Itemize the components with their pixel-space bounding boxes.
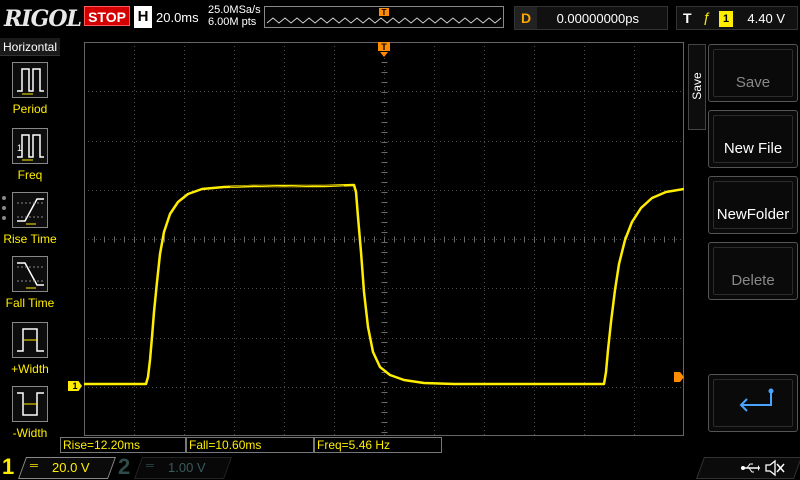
- measure-category-title[interactable]: Horizontal: [0, 38, 60, 56]
- return-arrow-icon: [739, 388, 774, 412]
- measure-menu: Horizontal Period 1 Freq Rise Time Fall …: [0, 36, 60, 456]
- delay-box[interactable]: D 0.00000000ps: [514, 6, 668, 30]
- measure-minus-width-label: -Width: [12, 426, 48, 440]
- plus-width-icon: [12, 322, 48, 358]
- new-file-button-label: New File: [723, 140, 783, 157]
- freq-icon: 1: [12, 128, 48, 164]
- trigger-label: T: [683, 10, 692, 26]
- trigger-box[interactable]: T ƒ 1 4.40 V: [676, 6, 798, 30]
- measure-plus-width[interactable]: +Width: [0, 318, 60, 382]
- sound-muted-icon[interactable]: [764, 459, 786, 477]
- delay-label: D: [515, 7, 537, 29]
- measurement-readouts: Rise=12.20ms Fall=10.60ms Freq=5.46 Hz: [60, 437, 700, 453]
- rise-time-icon: [12, 192, 48, 228]
- measure-freq-label: Freq: [17, 168, 43, 182]
- save-menu-tab-label: Save: [690, 72, 704, 100]
- ch2-vertical-scale: 1.00 V: [168, 460, 206, 475]
- svg-text:T: T: [381, 42, 387, 52]
- measure-plus-width-label: +Width: [11, 362, 49, 376]
- measure-rise-time[interactable]: Rise Time: [0, 188, 60, 252]
- minus-width-icon: [12, 386, 48, 422]
- ch1-number[interactable]: 1: [2, 454, 20, 480]
- usb-icon: [741, 463, 760, 473]
- memory-waveform-icon: T: [266, 8, 502, 24]
- new-folder-button-label: NewFolder: [716, 206, 790, 223]
- delay-value: 0.00000000ps: [556, 11, 639, 26]
- ch1-vertical-scale: 20.0 V: [52, 460, 90, 475]
- rise-time-readout[interactable]: Rise=12.20ms: [60, 437, 186, 453]
- measure-freq[interactable]: 1 Freq: [0, 124, 60, 188]
- sample-rate: 25.0MSa/s: [208, 4, 261, 16]
- return-button[interactable]: [708, 374, 798, 432]
- delete-button[interactable]: Delete: [708, 242, 798, 300]
- svg-text:1: 1: [17, 143, 22, 153]
- memory-position-bar[interactable]: T: [264, 6, 504, 28]
- trigger-level: 4.40 V: [747, 11, 785, 26]
- ch2-coupling-icon: ═: [146, 460, 154, 472]
- save-button-label: Save: [735, 74, 771, 91]
- timebase-value[interactable]: 20.0ms: [156, 10, 199, 25]
- fall-time-icon: [12, 256, 48, 292]
- measure-period-label: Period: [12, 102, 48, 116]
- sample-info: 25.0MSa/s 6.00M pts: [208, 4, 261, 28]
- save-button[interactable]: Save: [708, 44, 798, 102]
- waveform-display[interactable]: T: [84, 42, 684, 436]
- ch1-ground-marker[interactable]: 1: [68, 381, 82, 391]
- measure-fall-time[interactable]: Fall Time: [0, 252, 60, 316]
- new-file-button[interactable]: New File: [708, 110, 798, 168]
- save-menu-tab: Save: [688, 44, 706, 130]
- trigger-position-marker[interactable]: T: [378, 42, 390, 57]
- fall-time-readout[interactable]: Fall=10.60ms: [186, 437, 314, 453]
- period-icon: [12, 62, 48, 98]
- measure-fall-time-label: Fall Time: [5, 296, 55, 310]
- frequency-readout[interactable]: Freq=5.46 Hz: [314, 437, 442, 453]
- measure-minus-width[interactable]: -Width: [0, 382, 60, 446]
- ch2-number[interactable]: 2: [118, 454, 130, 480]
- top-status-bar: RIGOL STOP H 20.0ms 25.0MSa/s 6.00M pts …: [0, 0, 800, 36]
- new-folder-button[interactable]: NewFolder: [708, 176, 798, 234]
- memory-depth: 6.00M pts: [208, 16, 257, 28]
- delete-button-label: Delete: [731, 272, 775, 289]
- trigger-level-marker[interactable]: [674, 372, 684, 382]
- save-softkey-menu: Save Save New File NewFolder Delete: [688, 36, 800, 436]
- channel-bar: 1 ═ 20.0 V 2 ═ 1.00 V: [0, 454, 800, 480]
- measure-period[interactable]: Period: [0, 58, 60, 122]
- run-stop-status[interactable]: STOP: [84, 6, 130, 26]
- rising-edge-icon: ƒ: [703, 9, 711, 25]
- measure-rise-time-label: Rise Time: [3, 232, 57, 246]
- rigol-logo: RIGOL: [4, 6, 82, 32]
- ch1-coupling-icon: ═: [30, 460, 38, 472]
- svg-text:T: T: [382, 8, 387, 17]
- timebase-label: H: [134, 6, 152, 28]
- trigger-source: 1: [719, 11, 733, 27]
